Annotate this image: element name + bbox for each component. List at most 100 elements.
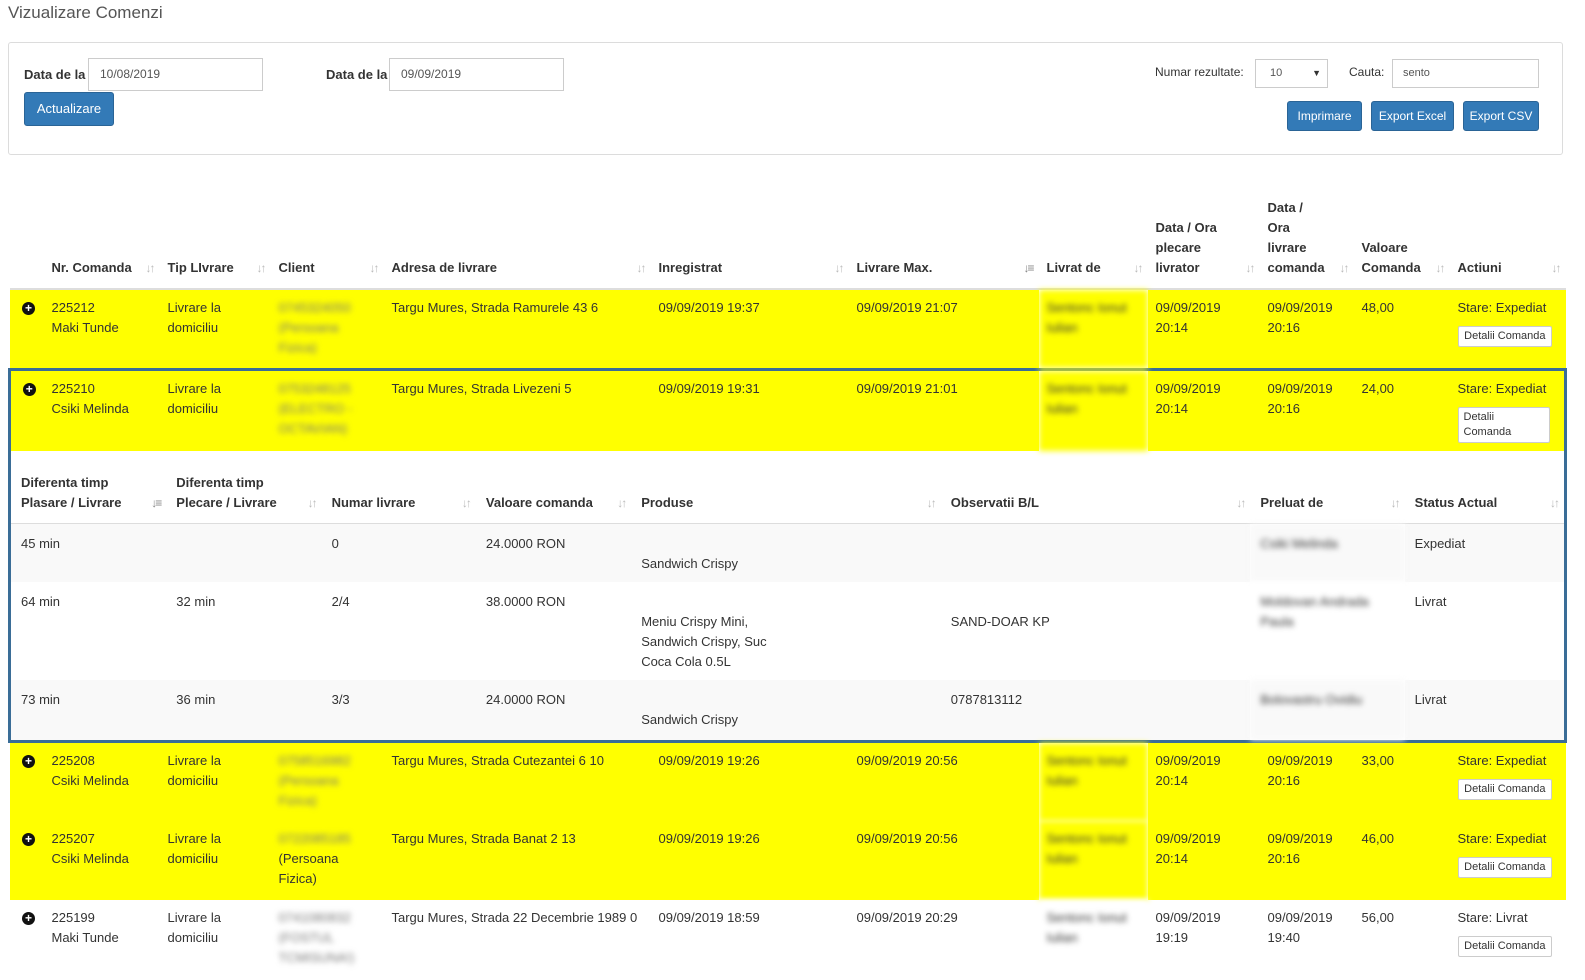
date-to-input[interactable]: 09/09/2019 — [389, 58, 564, 91]
valoare-comanda-cell: 38.0000 RON — [475, 582, 632, 680]
client-cell: 0741080832 (FOSTUL TCMISUNA!) — [270, 899, 384, 980]
sort-icon: ↓↑ — [617, 496, 627, 510]
departure-cell: 09/09/2019 20:14 — [1147, 289, 1260, 369]
table-row-selected[interactable]: + 225210 Csiki Melinda Livrare la domicil… — [8, 367, 1567, 451]
orders-header-row: Nr. Comanda ↓↑ Tip LIvrare ↓↑ Client ↓↑ Adr… — [9, 186, 1566, 290]
column-header-actiuni[interactable]: Actiuni ↓↑ — [1449, 186, 1566, 290]
courier-cell: Sentonc Ionut Iulian — [1038, 741, 1148, 821]
delivered-cell: 09/09/2019 20:16 — [1259, 367, 1354, 451]
expand-plus-icon[interactable]: + — [22, 911, 35, 925]
expand-cell[interactable]: + — [9, 820, 44, 900]
delivered-cell: 09/09/2019 19:40 — [1259, 899, 1354, 980]
table-row[interactable]: + 225207 Csiki Melinda Livrare la domicil… — [9, 820, 1566, 900]
detail-header-preluat[interactable]: Preluat de ↓↑ — [1250, 451, 1405, 524]
actions-cell: Stare: Livrat Detalii Comanda — [1449, 899, 1566, 980]
preluat-de-cell: Csiki Melinda — [1250, 523, 1405, 582]
table-row[interactable]: + 225212 Maki Tunde Livrare la domiciliu … — [9, 289, 1566, 369]
order-detail-row: Diferenta timp Plasare / Livrare ↓≡ Difer… — [8, 451, 1567, 743]
preluat-de-cell: Moldovan Andrada Paula — [1250, 582, 1405, 680]
order-number-cell: 225210 Csiki Melinda — [43, 367, 160, 451]
dif-plecare-cell: 32 min — [166, 582, 322, 680]
column-header-livrare-max[interactable]: Livrare Max. ↓≡ — [848, 186, 1039, 290]
order-number-cell: 225207 Csiki Melinda — [43, 820, 160, 900]
sort-icon: ↓↑ — [369, 261, 380, 275]
column-header-nr-comanda[interactable]: Nr. Comanda ↓↑ — [43, 186, 160, 290]
column-header-plecare[interactable]: Data / Ora plecare livrator ↓↑ — [1147, 186, 1260, 290]
actions-cell: Stare: Expediat Detalii Comanda — [1449, 741, 1566, 821]
table-row[interactable]: + 225208 Csiki Melinda Livrare la domicil… — [9, 741, 1566, 821]
sort-icon: ↓↑ — [1245, 261, 1256, 275]
dif-plasare-cell: 64 min — [11, 582, 167, 680]
order-number-cell: 225208 Csiki Melinda — [43, 741, 160, 821]
detail-header-valoare[interactable]: Valoare comanda ↓↑ — [475, 451, 632, 524]
column-header-valoare[interactable]: Valoare Comanda ↓↑ — [1353, 186, 1450, 290]
sort-icon: ↓↑ — [834, 261, 845, 275]
column-header-client[interactable]: Client ↓↑ — [270, 186, 384, 290]
export-excel-button[interactable]: Export Excel — [1371, 101, 1454, 131]
table-row[interactable]: + 225199 Maki Tunde Livrare la domiciliu … — [9, 899, 1566, 980]
expand-cell[interactable]: + — [9, 899, 44, 980]
detail-header-numar[interactable]: Numar livrare ↓↑ — [321, 451, 476, 524]
departure-cell: 09/09/2019 20:14 — [1147, 367, 1260, 451]
numar-livrare-cell: 3/3 — [321, 680, 476, 740]
expand-plus-icon[interactable]: + — [22, 832, 35, 846]
column-header-adresa[interactable]: Adresa de livrare ↓↑ — [383, 186, 651, 290]
produse-cell: Sandwich Crispy — [631, 523, 941, 582]
page-title: Vizualizare Comenzi — [8, 3, 163, 22]
address-cell: Targu Mures, Strada 22 Decembrie 1989 0 — [383, 899, 651, 980]
export-csv-button[interactable]: Export CSV — [1463, 101, 1539, 131]
sort-icon: ↓↑ — [145, 261, 156, 275]
address-cell: Targu Mures, Strada Ramurele 43 6 — [383, 289, 651, 369]
expand-cell[interactable]: + — [9, 289, 44, 369]
search-label: Cauta: — [1349, 65, 1385, 79]
order-detail-container: Diferenta timp Plasare / Livrare ↓≡ Difer… — [8, 451, 1567, 743]
detail-header-observatii[interactable]: Observatii B/L ↓↑ — [940, 451, 1251, 524]
results-count-select[interactable]: 10 ▼ — [1255, 59, 1328, 88]
order-number-cell: 225212 Maki Tunde — [43, 289, 160, 369]
expand-plus-icon[interactable]: + — [22, 302, 35, 315]
delivery-type-cell: Livrare la domiciliu — [159, 899, 271, 980]
status-text: Stare: Expediat — [1457, 753, 1547, 768]
registered-cell: 09/09/2019 19:26 — [650, 820, 849, 900]
sort-icon: ↓↑ — [1550, 496, 1560, 510]
print-button[interactable]: Imprimare — [1287, 101, 1362, 131]
departure-cell: 09/09/2019 20:14 — [1147, 741, 1260, 821]
sort-icon: ↓↑ — [1133, 261, 1144, 275]
dif-plecare-cell — [166, 523, 322, 582]
expand-cell[interactable]: + — [8, 367, 44, 451]
results-count-value: 10 — [1270, 67, 1283, 79]
value-cell: 56,00 — [1353, 899, 1450, 980]
expand-plus-icon[interactable]: + — [22, 382, 36, 396]
search-input[interactable]: sento — [1392, 59, 1539, 88]
numar-livrare-cell: 0 — [321, 523, 476, 582]
sort-icon: ↓↑ — [1236, 496, 1246, 510]
detail-header-dif-plecare[interactable]: Diferenta timp Plecare / Livrare ↓↑ — [166, 451, 322, 524]
column-header-livrare-comanda[interactable]: Data / Ora livrare comanda ↓↑ — [1259, 186, 1354, 290]
detail-header-status[interactable]: Status Actual ↓↑ — [1404, 451, 1564, 524]
column-header-tip-livrare[interactable]: Tip LIvrare ↓↑ — [159, 186, 271, 290]
sort-asc-icon: ↓≡ — [151, 496, 162, 510]
sort-icon: ↓↑ — [636, 261, 647, 275]
order-details-button[interactable]: Detalii Comanda — [1458, 935, 1552, 957]
dif-plasare-cell: 45 min — [11, 523, 167, 582]
sort-icon: ↓↑ — [1435, 261, 1446, 275]
expand-cell[interactable]: + — [9, 741, 44, 821]
detail-header-dif-plasare[interactable]: Diferenta timp Plasare / Livrare ↓≡ — [11, 451, 167, 524]
detail-header-produse[interactable]: Produse ↓↑ — [631, 451, 941, 524]
update-button[interactable]: Actualizare — [24, 92, 114, 126]
departure-cell: 09/09/2019 20:14 — [1147, 820, 1260, 900]
courier-cell: Sentonc Ionut Iulian — [1038, 289, 1148, 369]
delivery-type-cell: Livrare la domiciliu — [159, 289, 271, 369]
departure-cell: 09/09/2019 19:19 — [1147, 899, 1260, 980]
status-actual-cell: Livrat — [1404, 582, 1564, 680]
order-details-button[interactable]: Detalii Comanda — [1458, 326, 1552, 347]
order-details-button[interactable]: Detalii Comanda — [1457, 406, 1550, 443]
order-details-button[interactable]: Detalii Comanda — [1458, 779, 1552, 800]
column-header-inregistrat[interactable]: Inregistrat ↓↑ — [650, 186, 849, 290]
status-actual-cell: Livrat — [1404, 680, 1564, 740]
delivered-cell: 09/09/2019 20:16 — [1259, 820, 1354, 900]
order-details-button[interactable]: Detalii Comanda — [1458, 856, 1552, 878]
column-header-livrat-de[interactable]: Livrat de ↓↑ — [1038, 186, 1148, 290]
expand-plus-icon[interactable]: + — [22, 755, 35, 768]
date-from-input[interactable]: 10/08/2019 — [88, 58, 263, 91]
